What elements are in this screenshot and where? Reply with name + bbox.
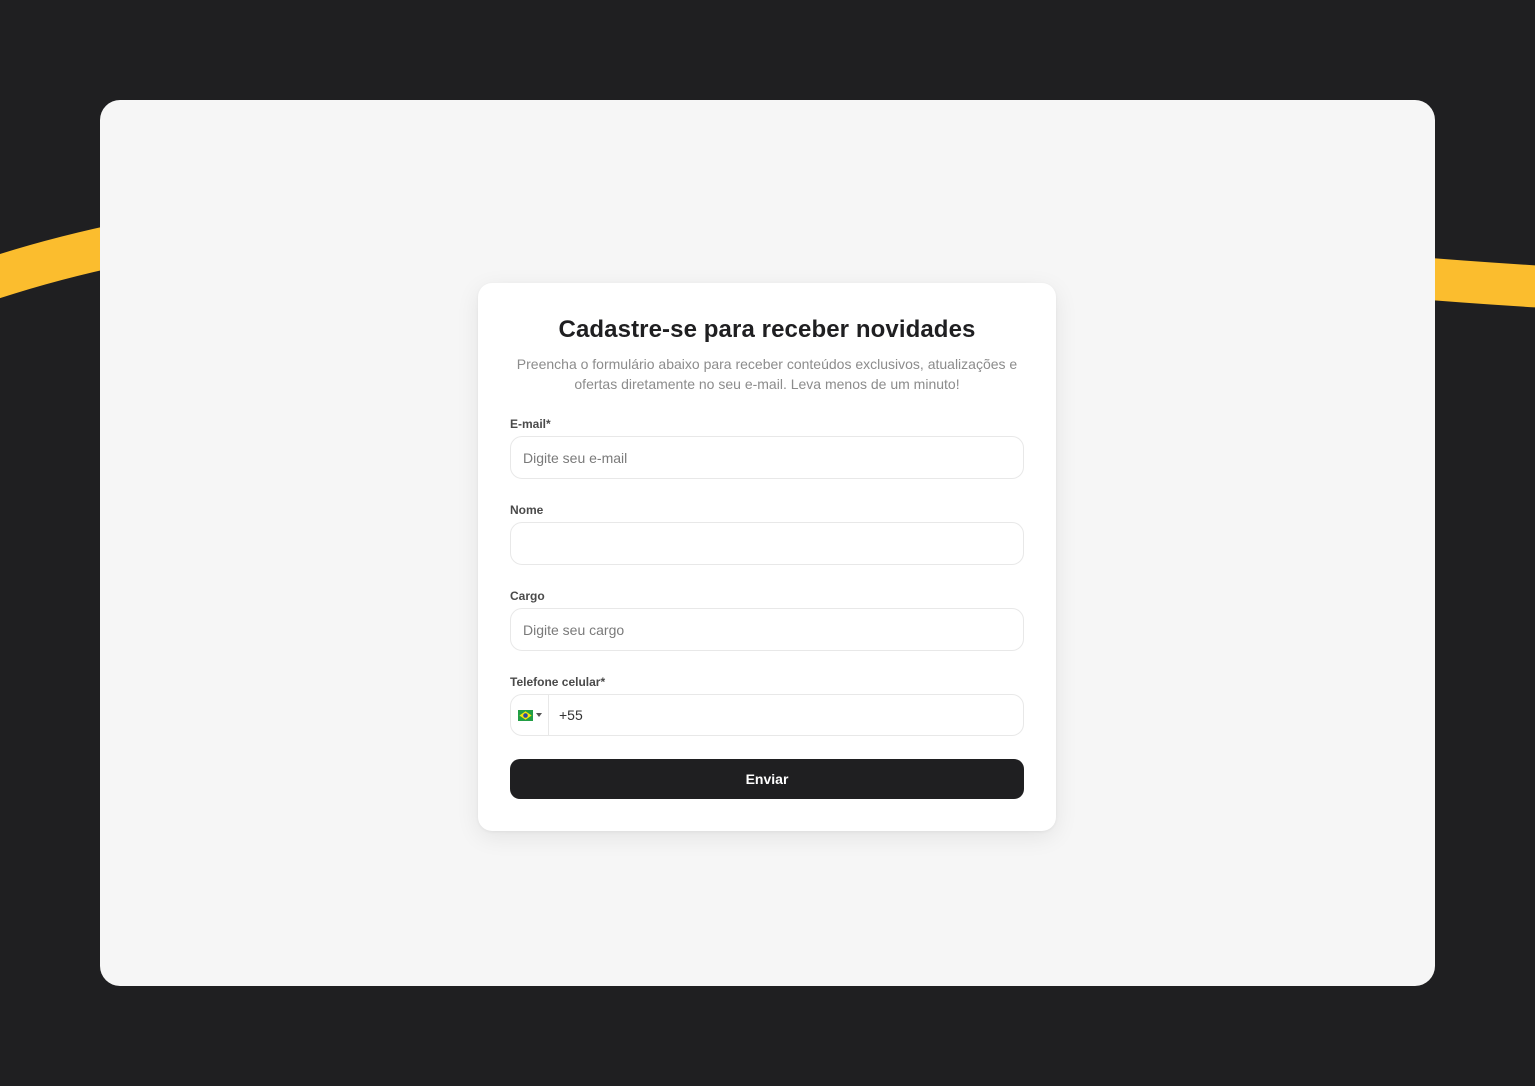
role-input[interactable] bbox=[510, 608, 1024, 651]
brazil-flag-icon bbox=[517, 709, 533, 721]
role-field-group: Cargo bbox=[510, 589, 1024, 651]
email-input[interactable] bbox=[510, 436, 1024, 479]
name-label: Nome bbox=[510, 503, 544, 517]
phone-field-group: Telefone celular* bbox=[510, 675, 1024, 736]
chevron-down-icon bbox=[535, 713, 542, 717]
form-title: Cadastre-se para receber novidades bbox=[558, 316, 976, 343]
country-code-select[interactable] bbox=[511, 695, 549, 735]
name-input[interactable] bbox=[510, 522, 1024, 565]
name-field-group: Nome bbox=[510, 503, 1024, 565]
signup-form-card: Cadastre-se para receber novidades Preen… bbox=[478, 283, 1056, 831]
phone-label: Telefone celular* bbox=[510, 675, 606, 689]
role-label: Cargo bbox=[510, 589, 545, 603]
submit-button[interactable]: Enviar bbox=[510, 759, 1024, 799]
phone-input-wrapper bbox=[510, 694, 1024, 736]
email-label: E-mail* bbox=[510, 417, 551, 431]
form-subtitle: Preencha o formulário abaixo para recebe… bbox=[516, 356, 1018, 392]
phone-input[interactable] bbox=[549, 695, 1023, 735]
email-field-group: E-mail* bbox=[510, 417, 1024, 479]
